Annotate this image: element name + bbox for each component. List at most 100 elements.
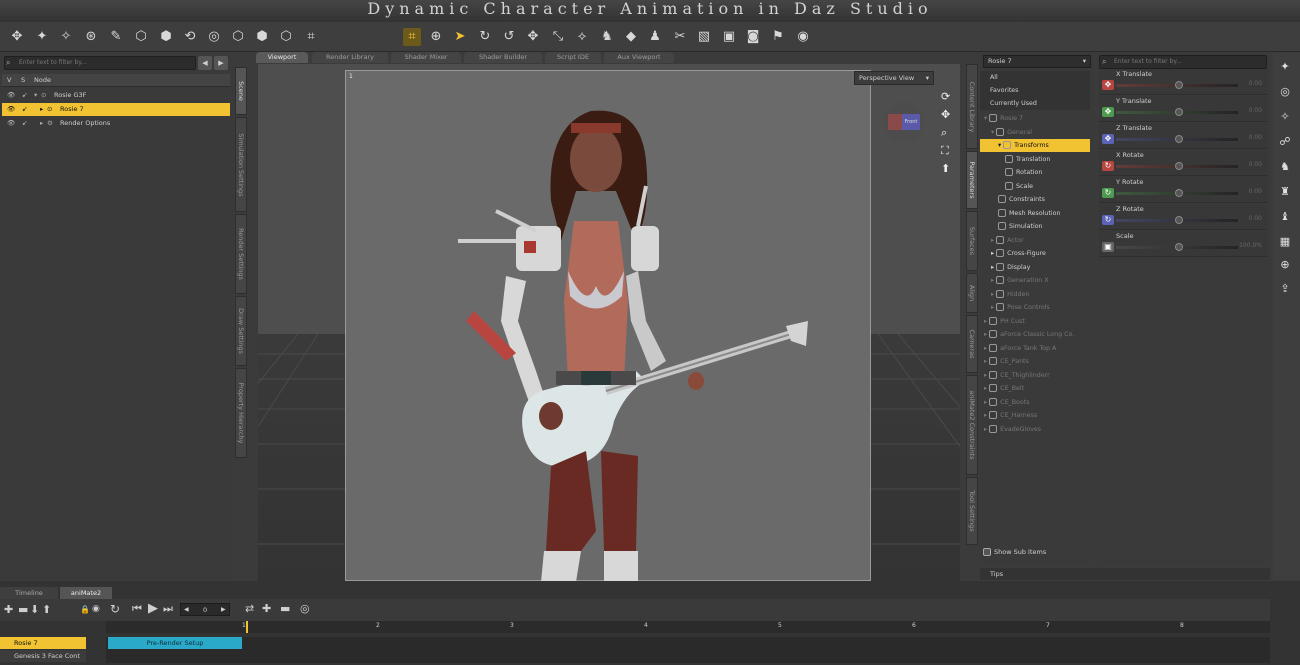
expand-arrow-icon[interactable]: ▾ [34, 89, 37, 102]
tree-item[interactable]: ▾ Transforms [980, 139, 1090, 152]
geometry-editor-icon[interactable]: ⊛ [82, 28, 100, 46]
select-arrow-icon[interactable]: ➹ [22, 103, 27, 116]
move-icon[interactable]: ✥ [1102, 134, 1114, 144]
add-key-icon[interactable]: ✚ [4, 603, 13, 616]
tree-item[interactable]: Constraints [980, 193, 1090, 206]
skip-end-icon[interactable]: ⏭ [163, 602, 173, 616]
tab-simulation-settings[interactable]: Simulation Settings [235, 117, 247, 212]
tree-item[interactable]: ▸ aForce Tank Top A [980, 342, 1090, 355]
lock-icon[interactable]: 🔒 [80, 605, 90, 614]
param-slider[interactable]: ✥ X Translate 0.00 [1099, 69, 1268, 95]
tree-item[interactable]: ▸ EvadeGloves [980, 423, 1090, 436]
tree-item[interactable]: ▸ Display [980, 261, 1090, 274]
export-icon[interactable]: ⇪ [1278, 282, 1292, 296]
tab-render-library[interactable]: Render Library [312, 52, 388, 63]
tree-item[interactable]: Simulation [980, 220, 1090, 233]
remove-block-icon[interactable]: ▬ [280, 602, 290, 615]
tab-content-library[interactable]: Content Library [966, 64, 978, 149]
tree-item[interactable]: ▸ Hidden [980, 288, 1090, 301]
scene-node-row[interactable]: 👁 ➹ ▾ ⊙ Rosie G3F [2, 89, 230, 102]
camera-render-icon[interactable]: ◙ [744, 28, 762, 46]
tree-item[interactable]: ▾ Rosie 7 [980, 112, 1090, 125]
tree-item[interactable]: ▸ PH Cust [980, 315, 1090, 328]
new-scene-tool-icon[interactable]: ✥ [8, 28, 26, 46]
tree-item[interactable]: ▸ Actor [980, 234, 1090, 247]
node-selection-icon[interactable]: ⌗ [403, 28, 421, 46]
body-icon[interactable]: ♞ [1278, 160, 1292, 174]
posing-icon[interactable]: ♞ [598, 28, 616, 46]
joint-editor-icon[interactable]: ✦ [33, 28, 51, 46]
eye-icon[interactable]: 👁 [7, 89, 15, 102]
create-tool-icon[interactable]: ⬡ [229, 28, 247, 46]
up-arrow-icon[interactable]: ⬆ [42, 603, 51, 616]
sync-icon[interactable]: ⇄ [245, 602, 254, 615]
list-item-favorites[interactable]: Favorites [980, 84, 1090, 97]
tree-item[interactable]: Scale [980, 180, 1090, 193]
list-item-all[interactable]: All [980, 71, 1090, 84]
tab-surfaces[interactable]: Surfaces [966, 211, 978, 271]
character-icon[interactable]: ♜ [1278, 185, 1292, 199]
select-arrow-icon[interactable]: ➹ [22, 117, 27, 130]
slider-knob[interactable] [1175, 243, 1183, 251]
tree-item[interactable]: Mesh Resolution [980, 207, 1090, 220]
scene-node-row[interactable]: 👁 ➹ ▸ ⚙ Render Options [2, 117, 230, 130]
rigging-icon[interactable]: ⬡ [277, 28, 295, 46]
tab-shader-mixer[interactable]: Shader Mixer [391, 52, 461, 63]
track-label[interactable]: Genesis 3 Face Cont [0, 650, 86, 662]
rotate-tool-icon[interactable]: ↻ [476, 28, 494, 46]
rotate-active-icon[interactable]: ↺ [500, 28, 518, 46]
animation-block[interactable]: Pre-Render Setup [108, 637, 242, 649]
iray-icon[interactable]: ⚑ [769, 28, 787, 46]
tab-property-hierarchy[interactable]: Property Hierarchy [235, 368, 247, 458]
scale-icon[interactable]: ▣ [1102, 242, 1114, 252]
visibility-icon[interactable]: ◉ [92, 604, 100, 614]
param-slider[interactable]: ↻ Z Rotate 0.00 [1099, 204, 1268, 230]
move-icon[interactable]: ✥ [1102, 80, 1114, 90]
expand-arrow-icon[interactable]: ▸ [40, 117, 43, 130]
down-arrow-icon[interactable]: ⬇ [30, 603, 39, 616]
tab-aux-viewport[interactable]: Aux Viewport [604, 52, 674, 63]
frame-icon[interactable]: ⛶ [941, 144, 949, 158]
tab-script-ide[interactable]: Script IDE [545, 52, 601, 63]
shape-tool-icon[interactable]: ☍ [1278, 135, 1292, 149]
target-icon[interactable]: ◎ [300, 602, 310, 615]
eye-icon[interactable]: 👁 [7, 117, 15, 130]
tab-align[interactable]: Align [966, 273, 978, 313]
remove-key-icon[interactable]: ▬ [18, 603, 28, 616]
crop-icon[interactable]: ⌗ [302, 28, 320, 46]
tree-item[interactable]: ▸ Pose Controls [980, 301, 1090, 314]
param-value[interactable]: 0.00 [1249, 107, 1262, 114]
surface-tool-icon[interactable]: ◆ [622, 28, 640, 46]
rotate-icon[interactable]: ↻ [1102, 188, 1114, 198]
rotate-icon[interactable]: ↻ [1102, 215, 1114, 225]
frame-stepper[interactable]: ◀ 0 ▶ [180, 603, 230, 616]
param-slider[interactable]: ↻ X Rotate 0.00 [1099, 150, 1268, 176]
col-node[interactable]: Node [34, 76, 51, 84]
head-icon[interactable]: ♝ [1278, 210, 1292, 224]
param-value[interactable]: 0.00 [1249, 161, 1262, 168]
param-slider[interactable]: ▣ Scale 100.0% [1099, 231, 1268, 257]
scene-node-row-selected[interactable]: 👁 ➹ ▸ ⊙ Rosie 7 [2, 103, 230, 116]
node-selector[interactable]: Rosie 7 ▾ [983, 55, 1091, 68]
rotate-icon[interactable]: ↻ [1102, 161, 1114, 171]
tab-tool-settings[interactable]: Tool Settings [966, 477, 978, 545]
frame-value[interactable]: 0 [203, 606, 207, 614]
param-slider[interactable]: ✥ Z Translate 0.00 [1099, 123, 1268, 149]
slider-knob[interactable] [1175, 135, 1183, 143]
loop-icon[interactable]: ↻ [110, 602, 120, 616]
reset-view-icon[interactable]: ⬆ [941, 162, 950, 175]
tree-item[interactable]: ▸ Generation X [980, 274, 1090, 287]
tree-item[interactable]: ▸ aForce Classic Long Co. [980, 328, 1090, 341]
orbit-icon[interactable]: ⟳ [941, 90, 950, 103]
slider-knob[interactable] [1175, 81, 1183, 89]
tree-item[interactable]: ▾ General [980, 126, 1090, 139]
figure-tool-icon[interactable]: ✧ [1278, 110, 1292, 124]
param-value[interactable]: 0.00 [1249, 188, 1262, 195]
param-slider[interactable]: ↻ Y Rotate 0.00 [1099, 177, 1268, 203]
scene-forward-button[interactable]: ▶ [214, 56, 228, 70]
slider-knob[interactable] [1175, 162, 1183, 170]
slider-knob[interactable] [1175, 189, 1183, 197]
face-transfer-icon[interactable]: ◎ [1278, 85, 1292, 99]
pointer-icon[interactable]: ➤ [451, 28, 469, 46]
expand-arrow-icon[interactable]: ▸ [40, 103, 43, 116]
